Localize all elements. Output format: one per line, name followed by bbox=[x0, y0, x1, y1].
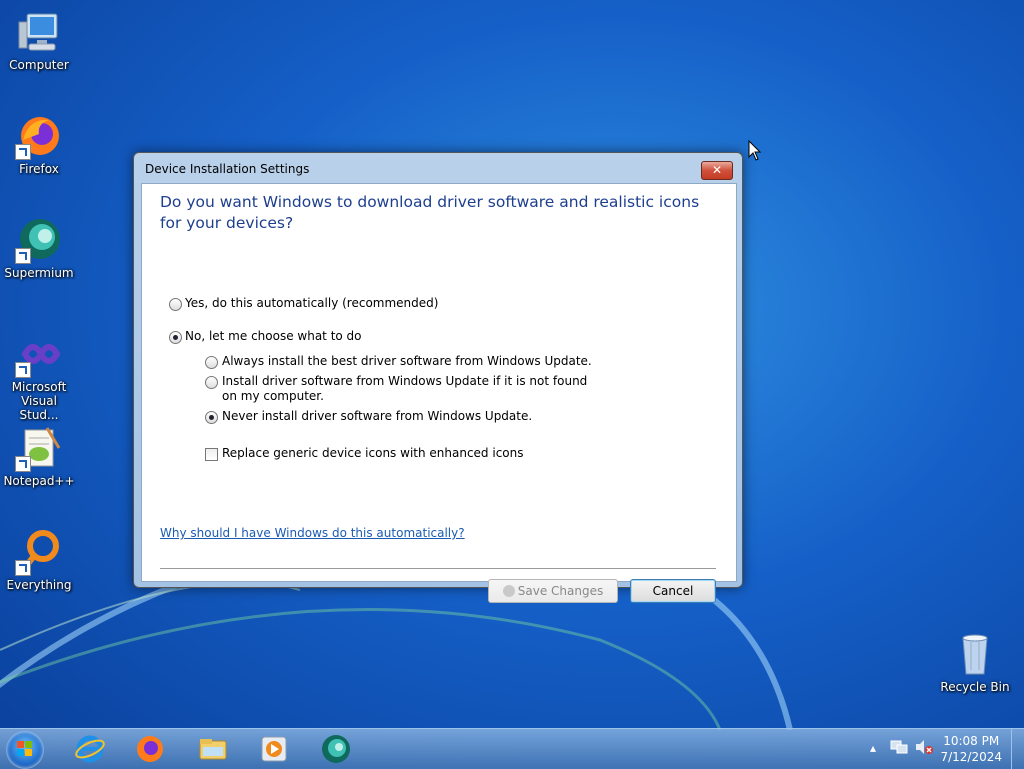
everything-icon bbox=[15, 528, 63, 576]
firefox-icon bbox=[15, 112, 63, 160]
show-desktop-button[interactable] bbox=[1011, 729, 1024, 769]
desktop-icon-label: Recycle Bin bbox=[940, 680, 1010, 694]
taskbar: ▴ 10:08 PM 7/12/2024 bbox=[0, 728, 1024, 769]
cancel-button[interactable]: Cancel bbox=[630, 579, 716, 603]
shortcut-arrow-icon bbox=[15, 560, 31, 576]
clock-time: 10:08 PM bbox=[943, 734, 1000, 748]
desktop-icon-label: Supermium bbox=[4, 266, 74, 280]
desktop-icon-notepadpp[interactable]: Notepad++ bbox=[1, 424, 77, 488]
start-button[interactable] bbox=[6, 731, 44, 769]
option-label: Install driver software from Windows Upd… bbox=[222, 374, 588, 403]
desktop-icon-firefox[interactable]: Firefox bbox=[1, 112, 77, 176]
desktop-icon-visual-studio[interactable]: Microsoft Visual Stud... bbox=[1, 330, 77, 422]
option-label: Always install the best driver software … bbox=[222, 354, 592, 368]
network-icon bbox=[890, 740, 908, 754]
shortcut-arrow-icon bbox=[15, 456, 31, 472]
shortcut-arrow-icon bbox=[15, 362, 31, 378]
option-label: No, let me choose what to do bbox=[185, 329, 362, 343]
option-label: Never install driver software from Windo… bbox=[222, 409, 533, 423]
radio-always-install[interactable] bbox=[205, 356, 218, 369]
taskbar-internet-explorer[interactable] bbox=[74, 733, 106, 765]
divider bbox=[160, 568, 716, 569]
computer-icon bbox=[15, 8, 63, 56]
recycle-bin-icon bbox=[951, 630, 999, 678]
shortcut-arrow-icon bbox=[15, 248, 31, 264]
radio-install-if-not-found[interactable] bbox=[205, 376, 218, 389]
desktop-icon-label: Everything bbox=[6, 578, 72, 592]
desktop-icon-computer[interactable]: Computer bbox=[1, 8, 77, 72]
file-explorer-icon bbox=[199, 739, 227, 760]
media-player-icon bbox=[261, 736, 287, 762]
close-button[interactable]: ✕ bbox=[701, 161, 733, 180]
taskbar-supermium[interactable] bbox=[320, 733, 352, 765]
desktop-icon-everything[interactable]: Everything bbox=[1, 528, 77, 592]
firefox-icon bbox=[137, 736, 163, 762]
radio-never-install[interactable] bbox=[205, 411, 218, 424]
close-icon: ✕ bbox=[711, 163, 723, 177]
taskbar-clock[interactable]: 10:08 PM 7/12/2024 bbox=[940, 733, 1002, 765]
desktop-icon-recycle-bin[interactable]: Recycle Bin bbox=[937, 630, 1013, 694]
supermium-icon bbox=[322, 735, 350, 763]
checkbox-label: Replace generic device icons with enhanc… bbox=[222, 446, 524, 460]
taskbar-file-explorer[interactable] bbox=[197, 733, 229, 765]
visual-studio-icon bbox=[15, 330, 63, 378]
option-label: Yes, do this automatically (recommended) bbox=[185, 296, 439, 310]
taskbar-media-player[interactable] bbox=[258, 733, 290, 765]
radio-yes-automatic[interactable] bbox=[169, 298, 182, 311]
device-installation-settings-dialog: Device Installation Settings ✕ Do you wa… bbox=[133, 152, 743, 603]
chevron-up-icon: ▴ bbox=[870, 741, 877, 755]
dialog-heading: Do you want Windows to download driver s… bbox=[160, 193, 700, 232]
supermium-icon bbox=[15, 216, 63, 264]
desktop-icon-label: Notepad++ bbox=[3, 474, 75, 488]
save-changes-button[interactable]: Save Changes bbox=[488, 579, 618, 603]
save-changes-label: Save Changes bbox=[517, 584, 604, 598]
dialog-title: Device Installation Settings bbox=[145, 162, 310, 176]
clock-date: 7/12/2024 bbox=[940, 750, 1002, 764]
cancel-label: Cancel bbox=[652, 584, 694, 598]
taskbar-firefox[interactable] bbox=[134, 733, 166, 765]
desktop-icon-label: Computer bbox=[9, 58, 69, 72]
windows-logo-icon bbox=[17, 749, 24, 756]
enhanced-icons-checkbox[interactable] bbox=[205, 448, 218, 461]
windows-logo-icon bbox=[25, 741, 32, 748]
windows-logo-icon bbox=[17, 741, 24, 748]
desktop-icon-label: Firefox bbox=[19, 162, 59, 176]
desktop-icon-label: Microsoft Visual Stud... bbox=[11, 380, 67, 422]
dialog-content: Do you want Windows to download driver s… bbox=[141, 183, 737, 603]
desktop-icon-supermium[interactable]: Supermium bbox=[1, 216, 77, 280]
windows-logo-icon bbox=[25, 749, 32, 756]
network-icon-button[interactable] bbox=[890, 739, 908, 758]
volume-icon-button[interactable] bbox=[914, 739, 934, 758]
radio-no-choose[interactable] bbox=[169, 331, 182, 344]
internet-explorer-icon bbox=[75, 735, 105, 763]
help-link[interactable]: Why should I have Windows do this automa… bbox=[160, 526, 465, 540]
show-hidden-icons-button[interactable]: ▴ bbox=[870, 741, 876, 755]
volume-muted-icon bbox=[916, 740, 933, 754]
mouse-cursor-icon bbox=[748, 140, 762, 161]
notepadpp-icon bbox=[15, 424, 63, 472]
shortcut-arrow-icon bbox=[15, 144, 31, 160]
shield-icon bbox=[502, 585, 515, 597]
